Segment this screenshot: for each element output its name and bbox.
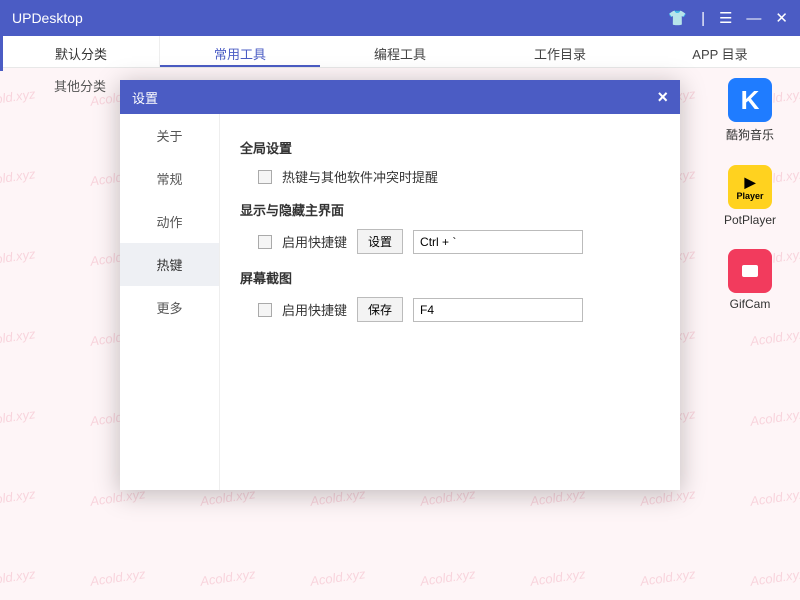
menu-icon[interactable]: ☰ <box>719 9 732 27</box>
dialog-header: 设置 × <box>120 80 680 114</box>
nav-about[interactable]: 关于 <box>120 114 219 157</box>
row-screenshot: 启用快捷键 保存 <box>240 297 660 322</box>
kugou-icon: K <box>728 78 772 122</box>
category-default[interactable]: 默认分类 <box>0 36 159 71</box>
app-potplayer[interactable]: Player PotPlayer <box>724 165 776 227</box>
tab-strip: 常用工具 编程工具 工作目录 APP 目录 <box>160 36 800 67</box>
tab-app-dir[interactable]: APP 目录 <box>640 36 800 67</box>
toggle-set-button[interactable]: 设置 <box>357 229 403 254</box>
nav-more[interactable]: 更多 <box>120 286 219 329</box>
screenshot-hotkey-input[interactable] <box>413 298 583 322</box>
dialog-title: 设置 <box>132 88 158 107</box>
toggle-label: 启用快捷键 <box>282 232 347 251</box>
nav-general[interactable]: 常规 <box>120 157 219 200</box>
app-kugou[interactable]: K 酷狗音乐 <box>726 78 774 143</box>
screenshot-checkbox[interactable] <box>258 303 272 317</box>
category-column: 默认分类 <box>0 36 160 67</box>
app-label: 酷狗音乐 <box>726 126 774 143</box>
toggle-hotkey-input[interactable] <box>413 230 583 254</box>
app-label: PotPlayer <box>724 213 776 227</box>
dialog-content: 全局设置 热键与其他软件冲突时提醒 显示与隐藏主界面 启用快捷键 设置 屏幕截图… <box>220 114 680 490</box>
close-window-icon[interactable]: ✕ <box>775 9 788 27</box>
nav-hotkeys[interactable]: 热键 <box>120 243 219 286</box>
screenshot-label: 启用快捷键 <box>282 300 347 319</box>
titlebar: UPDesktop 👕 | ☰ — ✕ <box>0 0 800 36</box>
gifcam-icon <box>728 249 772 293</box>
window-controls: 👕 | ☰ — ✕ <box>668 9 788 27</box>
main-bar: 默认分类 常用工具 编程工具 工作目录 APP 目录 <box>0 36 800 68</box>
minimize-icon[interactable]: — <box>746 10 761 27</box>
dialog-body: 关于 常规 动作 热键 更多 全局设置 热键与其他软件冲突时提醒 显示与隐藏主界… <box>120 114 680 490</box>
row-conflict: 热键与其他软件冲突时提醒 <box>240 167 660 186</box>
shirt-icon[interactable]: 👕 <box>668 9 687 27</box>
app-label: GifCam <box>730 297 771 311</box>
app-gifcam[interactable]: GifCam <box>728 249 772 311</box>
conflict-checkbox[interactable] <box>258 170 272 184</box>
app-list: K 酷狗音乐 Player PotPlayer GifCam <box>710 78 790 311</box>
tab-common-tools[interactable]: 常用工具 <box>160 36 320 67</box>
tab-work-dir[interactable]: 工作目录 <box>480 36 640 67</box>
screenshot-save-button[interactable]: 保存 <box>357 297 403 322</box>
tab-dev-tools[interactable]: 编程工具 <box>320 36 480 67</box>
section-global-title: 全局设置 <box>240 138 660 157</box>
app-title: UPDesktop <box>12 10 83 26</box>
divider-icon: | <box>701 10 705 27</box>
potplayer-icon: Player <box>728 165 772 209</box>
close-icon[interactable]: × <box>657 87 668 108</box>
conflict-label: 热键与其他软件冲突时提醒 <box>282 167 438 186</box>
toggle-checkbox[interactable] <box>258 235 272 249</box>
section-screenshot-title: 屏幕截图 <box>240 268 660 287</box>
row-toggle: 启用快捷键 设置 <box>240 229 660 254</box>
settings-dialog: 设置 × 关于 常规 动作 热键 更多 全局设置 热键与其他软件冲突时提醒 显示… <box>120 80 680 490</box>
dialog-nav: 关于 常规 动作 热键 更多 <box>120 114 220 490</box>
nav-actions[interactable]: 动作 <box>120 200 219 243</box>
section-toggle-title: 显示与隐藏主界面 <box>240 200 660 219</box>
